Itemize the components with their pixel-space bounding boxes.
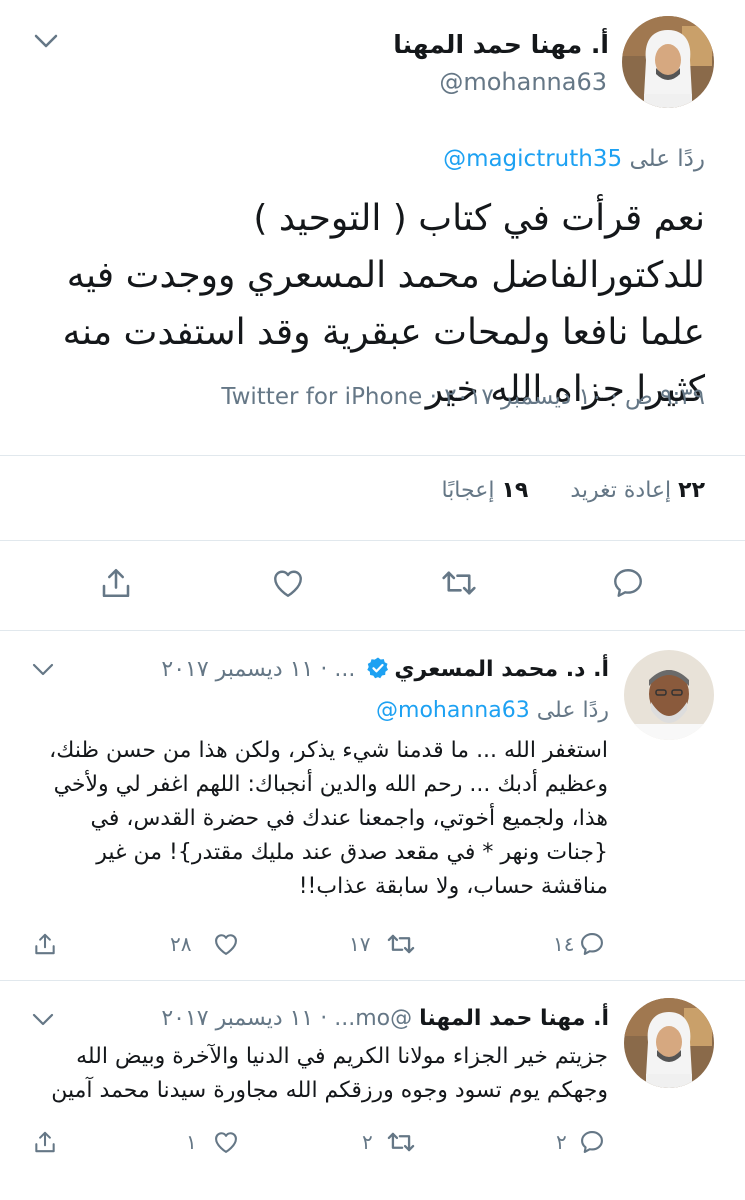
tweet-meta: ٩:٣٩ ص · ١٠ ديسمبر ٢٠١٧ · Twitter for iP… — [221, 384, 705, 410]
share-icon[interactable] — [98, 565, 134, 601]
retweet-icon[interactable] — [386, 1128, 416, 1156]
handle-date: @mo... · ١١ ديسمبر ٢٠١٧ — [161, 1006, 413, 1031]
reply-count: ٢ — [556, 1130, 567, 1154]
heart-icon[interactable] — [270, 565, 306, 601]
divider — [0, 540, 745, 541]
retweet-count: ١٧ — [349, 932, 371, 956]
display-name[interactable]: أ. مهنا حمد المهنا — [419, 1006, 609, 1031]
handle-date: ... · ١١ ديسمبر ٢٠١٧ — [161, 657, 356, 682]
retweet-icon[interactable] — [386, 930, 416, 958]
reply-header: أ. مهنا حمد المهنا @mo... · ١١ ديسمبر ٢٠… — [161, 1006, 609, 1031]
retweets-stat[interactable]: ٢٢ إعادة تغريد — [570, 478, 705, 503]
share-icon[interactable] — [32, 930, 58, 958]
reply-prefix: ردًا على — [629, 146, 705, 172]
chevron-down-icon[interactable] — [30, 30, 62, 54]
reply-text: استغفر الله ... ما قدمنا شيء يذكر، ولكن … — [49, 738, 608, 899]
avatar[interactable] — [624, 650, 714, 740]
divider — [0, 455, 745, 456]
avatar[interactable] — [622, 16, 714, 108]
likes-label: إعجابًا — [441, 478, 495, 503]
reply-header: أ. د. محمد المسعري ... · ١١ ديسمبر ٢٠١٧ — [161, 656, 609, 682]
retweets-label: إعادة تغريد — [570, 478, 672, 503]
like-count: ١ — [186, 1130, 197, 1154]
retweets-count: ٢٢ — [678, 478, 705, 503]
reply-to-link[interactable]: mohanna63@ — [376, 698, 530, 723]
share-icon[interactable] — [32, 1128, 58, 1156]
display-name[interactable]: أ. د. محمد المسعري — [394, 657, 609, 682]
reply-icon[interactable] — [578, 930, 606, 958]
divider — [0, 630, 745, 631]
chevron-down-icon[interactable] — [30, 660, 56, 680]
like-count: ٢٨ — [170, 932, 192, 956]
heart-icon[interactable] — [212, 1128, 240, 1156]
reply-icon[interactable] — [610, 565, 646, 601]
chevron-down-icon[interactable] — [30, 1010, 56, 1030]
avatar[interactable] — [624, 998, 714, 1088]
tweet-stats: ٢٢ إعادة تغريد ١٩ إعجابًا — [441, 478, 705, 503]
heart-icon[interactable] — [212, 930, 240, 958]
divider — [0, 980, 745, 981]
verified-badge-icon — [366, 656, 390, 680]
likes-count: ١٩ — [501, 478, 529, 503]
retweet-icon[interactable] — [440, 565, 478, 601]
retweet-count: ٢ — [362, 1130, 373, 1154]
reply-context: ردًا على mohanna63@ — [376, 698, 609, 723]
reply-prefix: ردًا على — [536, 698, 609, 723]
likes-stat[interactable]: ١٩ إعجابًا — [441, 478, 528, 503]
reply-text: جزيتم خير الجزاء مولانا الكريم في الدنيا… — [51, 1044, 608, 1103]
reply-icon[interactable] — [578, 1128, 606, 1156]
main-tweet-header: أ. مهنا حمد المهنا @mohanna63 — [0, 0, 745, 125]
reply-count: ١٤ — [553, 932, 575, 956]
handle[interactable]: @mohanna63 — [439, 68, 607, 96]
reply-context: ردًا على magictruth35@ — [443, 146, 705, 172]
reply-to-link[interactable]: magictruth35@ — [443, 146, 622, 172]
display-name[interactable]: أ. مهنا حمد المهنا — [393, 30, 609, 59]
